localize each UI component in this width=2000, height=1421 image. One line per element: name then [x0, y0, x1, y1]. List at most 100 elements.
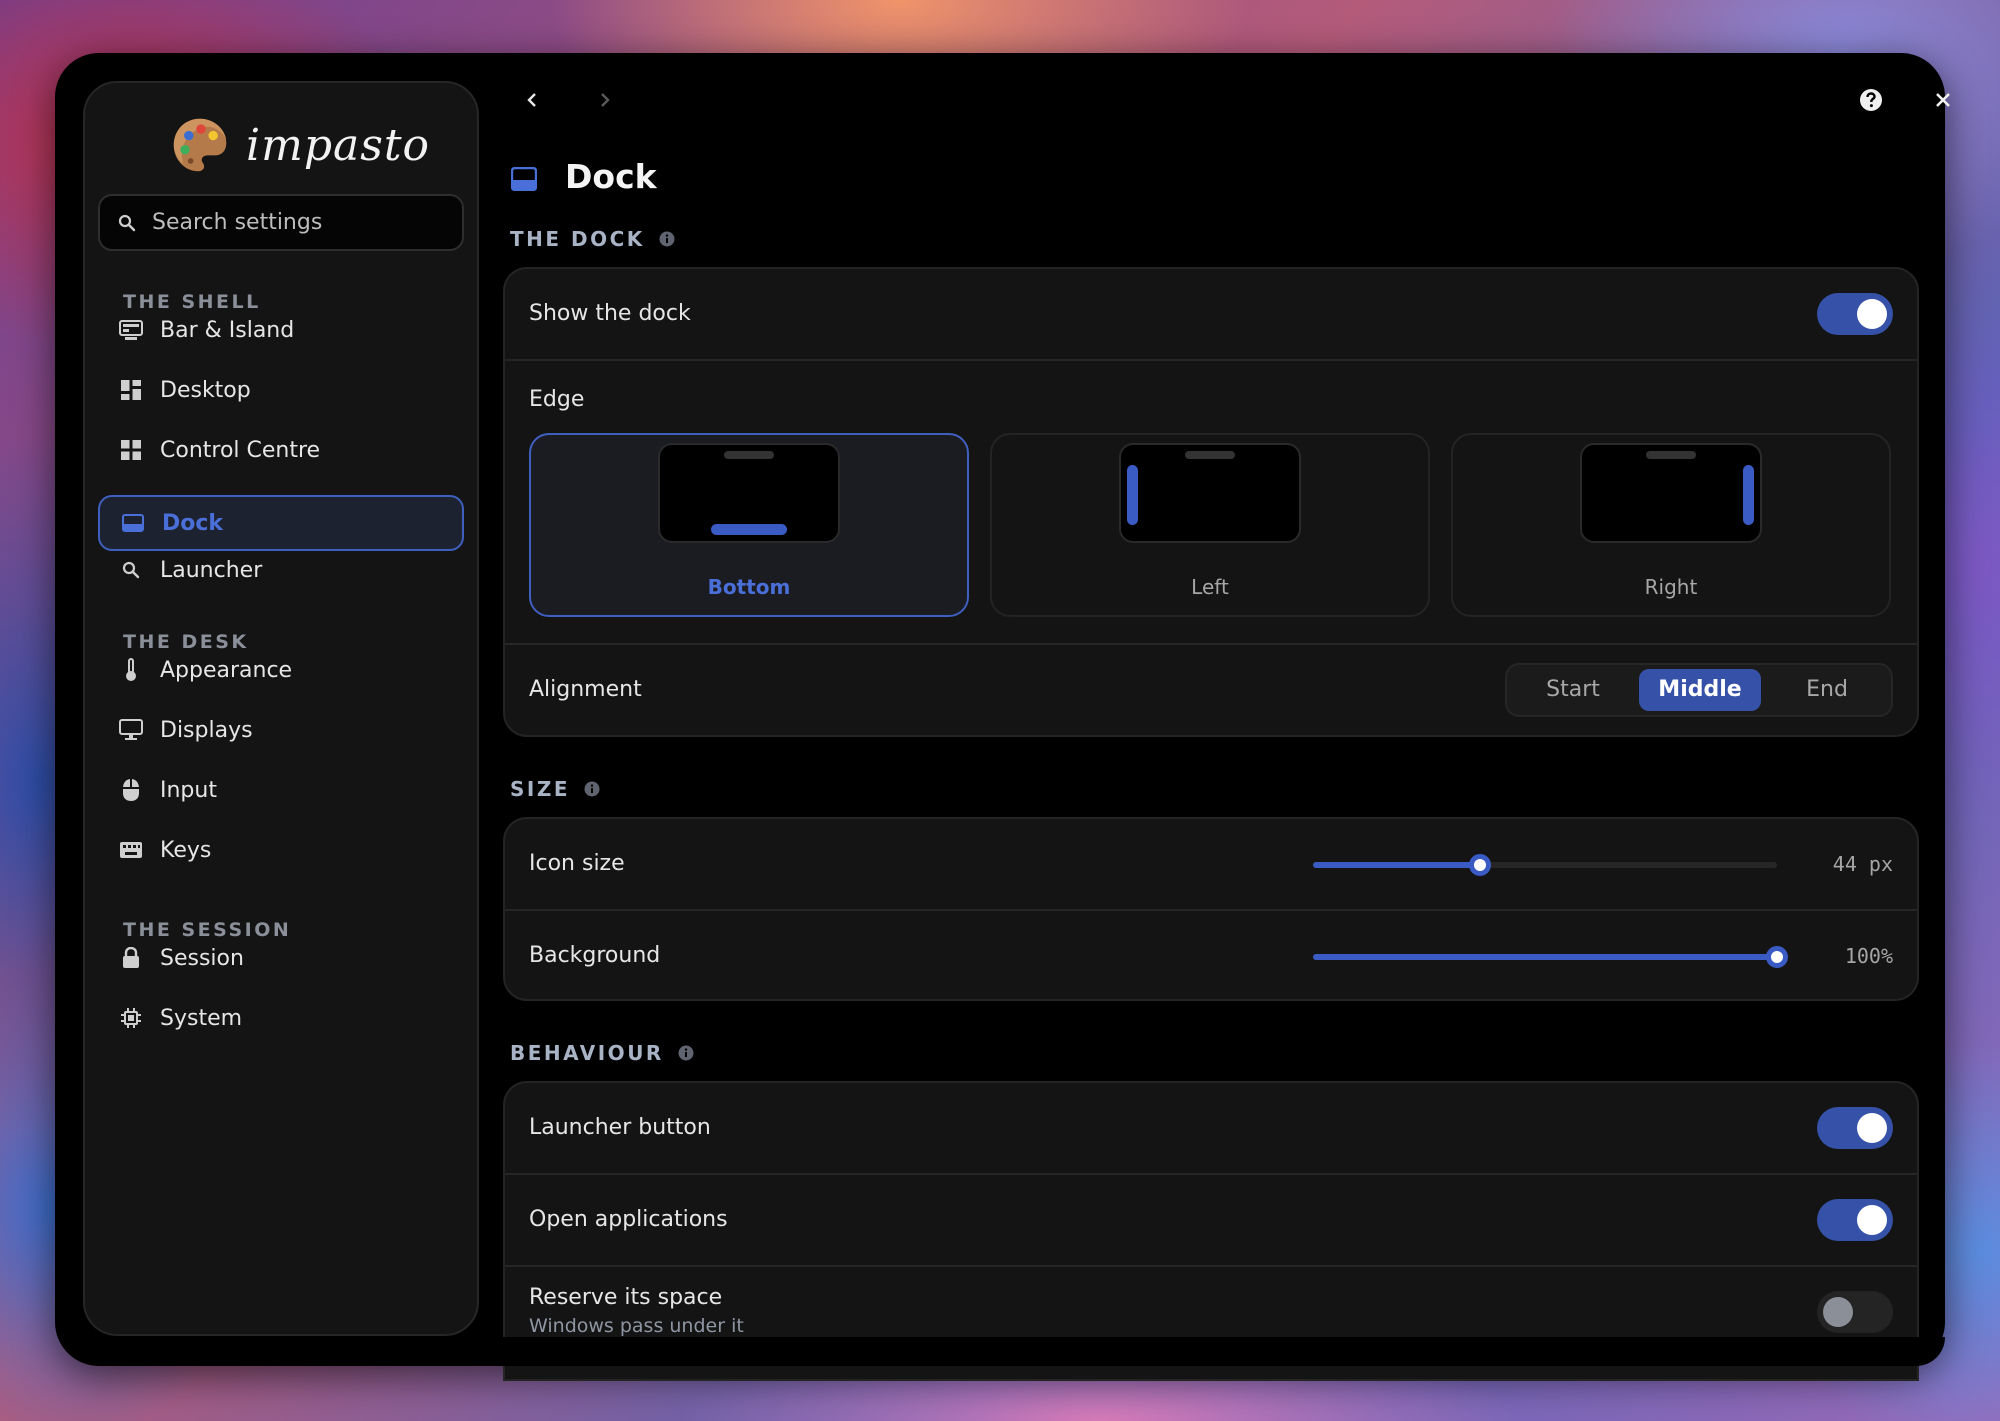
sidebar-item-label: System [160, 1005, 243, 1031]
group-label-size: SIZE [510, 777, 600, 801]
edge-option-left[interactable]: Left [990, 433, 1430, 617]
alignment-segmented: Start Middle End [1505, 663, 1893, 717]
settings-window: impasto THE SHELL Bar & Island Desktop [55, 53, 1950, 1381]
row-edge: Edge Bottom Left Right [505, 361, 1917, 645]
launcher-button-toggle[interactable] [1817, 1107, 1893, 1149]
icon-size-value: 44 px [1832, 852, 1893, 876]
edge-option-label: Right [1644, 575, 1698, 599]
slider-thumb[interactable] [1469, 854, 1492, 876]
card-behaviour: Launcher button Open applications Reserv… [503, 1081, 1919, 1381]
sidebar-item-label: Input [160, 777, 217, 803]
help-icon [1860, 89, 1882, 111]
slider-thumb[interactable] [1766, 946, 1788, 968]
dock-icon [120, 510, 146, 536]
sidebar-item-desktop[interactable]: Desktop [98, 362, 464, 418]
alignment-start-button[interactable]: Start [1511, 669, 1635, 711]
row-launcher-button: Launcher button [505, 1083, 1917, 1175]
forward-button[interactable] [580, 75, 630, 125]
edge-preview [1580, 443, 1762, 543]
icon-size-label: Icon size [529, 851, 625, 876]
slider-fill [1313, 954, 1777, 960]
edge-label: Edge [529, 387, 585, 412]
open-applications-label: Open applications [529, 1207, 728, 1232]
sidebar-item-keys[interactable]: Keys [98, 822, 464, 878]
edge-option-label: Bottom [707, 575, 791, 599]
sidebar-item-launcher[interactable]: Launcher [98, 542, 464, 598]
sidebar-item-label: Session [160, 945, 244, 971]
show-dock-label: Show the dock [529, 301, 691, 326]
row-icon-size: Icon size 44 px [505, 819, 1917, 911]
preview-bar [724, 451, 774, 459]
search-input[interactable] [150, 209, 454, 236]
sidebar-item-control-centre[interactable]: Control Centre [98, 422, 464, 478]
chip-icon [118, 1005, 144, 1031]
search-icon [116, 212, 138, 234]
help-button[interactable] [1846, 75, 1896, 125]
alignment-middle-button[interactable]: Middle [1639, 669, 1761, 711]
sidebar: impasto THE SHELL Bar & Island Desktop [83, 81, 479, 1336]
sidebar-item-label: Control Centre [160, 437, 321, 463]
group-label-text: THE DOCK [510, 227, 645, 251]
palette-icon [173, 118, 227, 172]
slider-fill [1313, 862, 1481, 868]
preview-bar [1646, 451, 1696, 459]
info-icon[interactable] [584, 781, 600, 797]
background-value: 100% [1844, 944, 1893, 968]
launcher-button-label: Launcher button [529, 1115, 711, 1140]
row-show-dock: Show the dock [505, 269, 1917, 361]
sidebar-item-input[interactable]: Input [98, 762, 464, 818]
grid-icon [118, 377, 144, 403]
info-icon[interactable] [659, 231, 675, 247]
dock-icon [511, 167, 537, 191]
chevron-left-icon [527, 93, 536, 107]
grid-icon [118, 437, 144, 463]
edge-option-bottom[interactable]: Bottom [529, 433, 969, 617]
search-icon [118, 557, 144, 583]
card-size: Icon size 44 px Background 100% [503, 817, 1919, 1001]
edge-option-right[interactable]: Right [1451, 433, 1891, 617]
back-button[interactable] [507, 75, 557, 125]
close-icon [1936, 93, 1950, 107]
close-button[interactable] [1918, 75, 1968, 125]
row-alignment: Alignment Start Middle End [505, 645, 1917, 735]
reserve-space-toggle[interactable] [1817, 1291, 1893, 1333]
alignment-end-button[interactable]: End [1765, 669, 1889, 711]
toggle-knob [1857, 299, 1887, 329]
sidebar-item-displays[interactable]: Displays [98, 702, 464, 758]
info-icon[interactable] [678, 1045, 694, 1061]
keyboard-icon [118, 837, 144, 863]
group-label-text: BEHAVIOUR [510, 1041, 664, 1065]
sidebar-item-bar-island[interactable]: Bar & Island [98, 302, 464, 358]
sidebar-item-label: Bar & Island [160, 317, 295, 343]
reserve-space-label: Reserve its space [529, 1285, 723, 1310]
window-bottom-edge [479, 1337, 1945, 1366]
row-open-applications: Open applications [505, 1175, 1917, 1267]
toggle-knob [1857, 1113, 1887, 1143]
search-field[interactable] [98, 194, 464, 251]
main-panel: Dock THE DOCK Show the dock Edge Bottom [479, 53, 1950, 1381]
app-logo: impasto [170, 113, 430, 177]
toggle-knob [1823, 1297, 1853, 1327]
show-dock-toggle[interactable] [1817, 293, 1893, 335]
preview-dock [1743, 465, 1754, 525]
page-title: Dock [565, 157, 657, 196]
group-label-dock: THE DOCK [510, 227, 675, 251]
open-applications-toggle[interactable] [1817, 1199, 1893, 1241]
preview-dock [1127, 465, 1138, 525]
group-label-text: SIZE [510, 777, 571, 801]
group-label-behaviour: BEHAVIOUR [510, 1041, 694, 1065]
toggle-knob [1857, 1205, 1887, 1235]
sidebar-item-appearance[interactable]: Appearance [98, 642, 464, 698]
background-slider[interactable] [1313, 946, 1788, 968]
sidebar-item-system[interactable]: System [98, 990, 464, 1046]
bar-icon [118, 317, 144, 343]
edge-option-label: Left [1191, 575, 1229, 599]
sidebar-item-label: Launcher [160, 557, 263, 583]
sidebar-item-label: Displays [160, 717, 253, 743]
sidebar-item-label: Desktop [160, 377, 251, 403]
icon-size-slider[interactable] [1313, 854, 1777, 876]
background-label: Background [529, 943, 661, 968]
sidebar-item-session[interactable]: Session [98, 930, 464, 986]
sidebar-item-label: Keys [160, 837, 212, 863]
chevron-right-icon [601, 93, 610, 107]
